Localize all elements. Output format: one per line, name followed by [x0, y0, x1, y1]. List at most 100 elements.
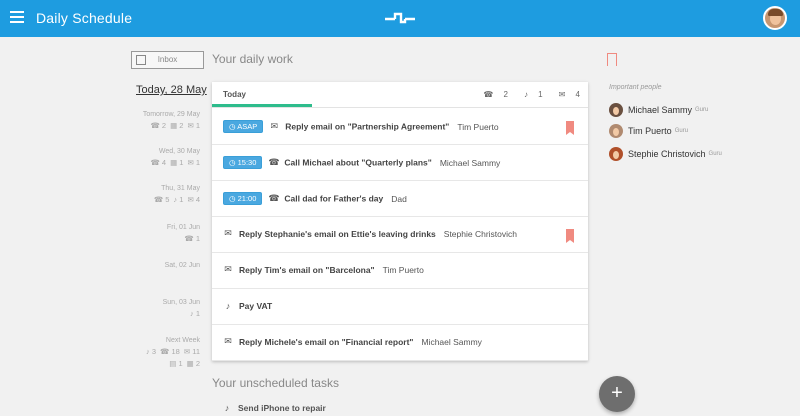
count-item: ▦ 2	[170, 121, 183, 130]
phone-icon: ☎	[483, 90, 494, 99]
count-item: ♪ 1	[173, 195, 183, 204]
task-content: ✉ Reply Michele's email on "Financial rep…	[223, 336, 482, 350]
day-item[interactable]: Wed, 30 May ☎ 4 ▦ 1 ✉ 1	[146, 148, 200, 167]
day-name: Wed, 30 May	[158, 148, 200, 155]
count-value: 2	[177, 121, 184, 130]
count-value: 1	[176, 359, 183, 368]
add-task-button[interactable]: +	[599, 376, 635, 412]
task-person[interactable]: Stephie Christovich	[444, 229, 517, 239]
phone-icon: ☎	[184, 234, 194, 243]
task-content: ✉ Reply Tim's email on "Barcelona" Tim Pue…	[223, 264, 424, 278]
important-person[interactable]: Michael Sammy Guru	[609, 101, 708, 117]
day-item[interactable]: Thu, 31 May ☎ 5 ♪ 1 ✉ 4	[150, 185, 200, 204]
user-avatar[interactable]	[763, 6, 787, 30]
task-content: ✉ Reply Stephanie's email on Ettie's leav…	[223, 228, 517, 242]
count-item: ☎ 4	[150, 158, 166, 167]
tab-today[interactable]: Today	[223, 90, 246, 99]
task-content: ◷ 15:30 ☎ Call Michael about "Quarterly pl…	[223, 156, 500, 170]
important-person[interactable]: Stephie Christovich Guru	[609, 145, 722, 161]
time-badge: ◷ 21:00	[223, 192, 263, 205]
bell-icon: ♪	[225, 300, 231, 311]
count-value: 2	[193, 359, 200, 368]
task-row[interactable]: ✉ Reply Michele's email on "Financial rep…	[212, 325, 588, 361]
tab-indicator	[212, 104, 312, 107]
count-item: ☎ 18	[160, 347, 180, 356]
bell-icon: ♪	[523, 90, 528, 99]
today-task-card: Today ☎ 2 ♪ 1 ✉ 4 ◷ ASAP ✉ Reply email on "P…	[212, 82, 588, 361]
count-item: ☎ 5	[154, 195, 170, 204]
count-value: 4	[159, 158, 167, 167]
day-name: Next Week	[165, 337, 200, 344]
task-title: Reply Stephanie's email on Ettie's leavi…	[239, 228, 436, 239]
day-name: Thu, 31 May	[161, 185, 200, 192]
flag-icon[interactable]	[566, 229, 574, 243]
task-title: Reply email on "Partnership Agreement"	[285, 121, 450, 132]
phone-icon: ☎	[268, 193, 280, 203]
card-header: Today ☎ 2 ♪ 1 ✉ 4	[212, 82, 588, 108]
task-person[interactable]: Tim Puerto	[457, 122, 498, 132]
task-title: Call dad for Father's day	[284, 193, 384, 204]
task-person[interactable]: Michael Sammy	[440, 158, 500, 168]
task-row[interactable]: ◷ 15:30 ☎ Call Michael about "Quarterly pl…	[212, 145, 588, 181]
count-value: 3	[149, 347, 157, 356]
day-item[interactable]: Sat, 02 Jun	[165, 262, 200, 279]
day-item[interactable]: Fri, 01 Jun ☎ 1	[167, 224, 200, 243]
phone-icon: ☎	[150, 121, 160, 130]
hamburger-menu-icon[interactable]	[10, 11, 24, 25]
phone-icon: ☎	[160, 347, 170, 356]
task-row[interactable]: ◷ ASAP ✉ Reply email on "Partnership Agree…	[212, 109, 588, 145]
inbox-button[interactable]: Inbox	[131, 51, 204, 69]
inbox-label: Inbox	[157, 55, 178, 64]
count-value: 4	[573, 90, 580, 99]
mail-icon: ✉	[558, 90, 566, 99]
day-name: Sat, 02 Jun	[164, 262, 200, 269]
bookmark-icon[interactable]	[606, 53, 617, 70]
count-value: 11	[190, 347, 200, 356]
app-bar: Daily Schedule	[0, 0, 800, 37]
mail-icon: ✉	[224, 336, 232, 347]
today-date-link[interactable]: Today, 28 May	[136, 84, 207, 96]
count-item: ✉ 11	[184, 347, 200, 356]
task-content: ♪ Pay VAT	[223, 300, 272, 314]
task-row[interactable]: ✉ Reply Stephanie's email on Ettie's leav…	[212, 217, 588, 253]
day-name: Fri, 01 Jun	[166, 224, 200, 231]
count-item: ▦ 2	[187, 359, 200, 368]
mail-icon: ✉	[224, 228, 232, 239]
task-person[interactable]: Michael Sammy	[421, 337, 481, 347]
task-row[interactable]: ♪ Pay VAT	[212, 289, 588, 325]
day-item[interactable]: Sun, 03 Jun ♪ 1	[163, 299, 200, 318]
task-title: Send iPhone to repair	[238, 402, 326, 413]
header-counts: ☎ 2 ♪ 1 ✉ 4	[467, 90, 580, 99]
day-item[interactable]: Next Week ♪ 3 ☎ 18 ✉ 11 ▤ 1 ▦ 2	[142, 337, 200, 368]
phone-icon: ☎	[268, 157, 280, 167]
count-item: ☎ 1	[184, 234, 200, 243]
unscheduled-task[interactable]: ♪ Send iPhone to repair	[222, 402, 326, 413]
count-value: 18	[169, 347, 180, 356]
important-person[interactable]: Tim Puerto Guru	[609, 122, 688, 138]
count-value: 1	[193, 158, 200, 167]
task-content: ◷ ASAP ✉ Reply email on "Partnership Agree…	[223, 120, 499, 134]
phone-icon: ☎	[150, 158, 160, 167]
day-counts: ♪ 3 ☎ 18 ✉ 11	[142, 347, 200, 356]
mail-icon: ✉	[224, 264, 232, 275]
count-value: 1	[193, 309, 200, 318]
task-person[interactable]: Dad	[391, 194, 407, 204]
count-value: 1	[177, 158, 184, 167]
count-item: ✉ 4	[551, 90, 580, 99]
flag-icon[interactable]	[566, 121, 574, 135]
inbox-icon	[136, 55, 146, 65]
count-item: ♪ 1	[516, 90, 543, 99]
count-item: ✉ 1	[187, 121, 200, 130]
person-role: Guru	[695, 106, 709, 113]
task-title: Call Michael about "Quarterly plans"	[284, 157, 432, 168]
count-value: 1	[535, 90, 543, 99]
task-person[interactable]: Tim Puerto	[383, 265, 424, 275]
day-item[interactable]: Tomorrow, 29 May ☎ 2 ▦ 2 ✉ 1	[143, 111, 200, 130]
task-row[interactable]: ◷ 21:00 ☎ Call dad for Father's day Dad	[212, 181, 588, 217]
task-row[interactable]: ✉ Reply Tim's email on "Barcelona" Tim Pue…	[212, 253, 588, 289]
count-item: ♪ 1	[190, 309, 200, 318]
person-name: Michael Sammy	[628, 104, 693, 115]
person-avatar	[609, 102, 623, 117]
count-value: 1	[193, 234, 200, 243]
unscheduled-title: Your unscheduled tasks	[212, 376, 339, 390]
